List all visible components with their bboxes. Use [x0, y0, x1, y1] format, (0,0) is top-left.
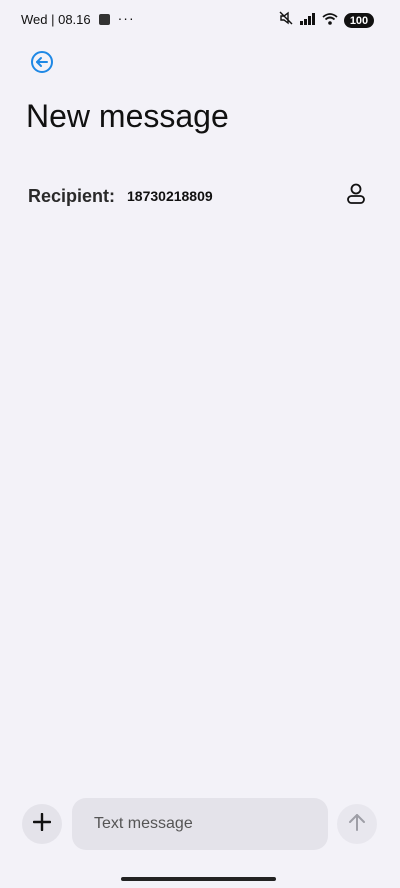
status-bar: Wed | 08.16 ··· 100: [0, 0, 400, 40]
mute-icon: [278, 11, 294, 30]
battery-icon: 100: [344, 13, 374, 28]
back-button[interactable]: [30, 50, 54, 79]
recipient-value[interactable]: 18730218809: [127, 188, 213, 204]
page-title: New message: [26, 98, 229, 134]
wifi-icon: [322, 12, 338, 30]
recipient-label: Recipient:: [28, 185, 116, 206]
status-time: Wed | 08.16: [21, 12, 91, 27]
status-overflow-dots: ···: [117, 9, 135, 26]
status-right: 100: [278, 11, 374, 30]
back-arrow-icon: [30, 50, 54, 79]
message-input[interactable]: [72, 798, 328, 850]
notification-square-icon: [98, 14, 110, 25]
recipient-row[interactable]: Recipient: 18730218809: [28, 180, 372, 212]
home-indicator[interactable]: [121, 877, 276, 881]
send-button[interactable]: [337, 804, 377, 844]
contact-picker-button[interactable]: [344, 183, 368, 209]
person-icon: [346, 183, 366, 210]
signal-icon: [300, 12, 316, 30]
plus-icon: [32, 812, 52, 836]
status-left: Wed | 08.16 ···: [21, 9, 135, 28]
attach-button[interactable]: [22, 804, 62, 844]
send-arrow-up-icon: [347, 812, 367, 837]
